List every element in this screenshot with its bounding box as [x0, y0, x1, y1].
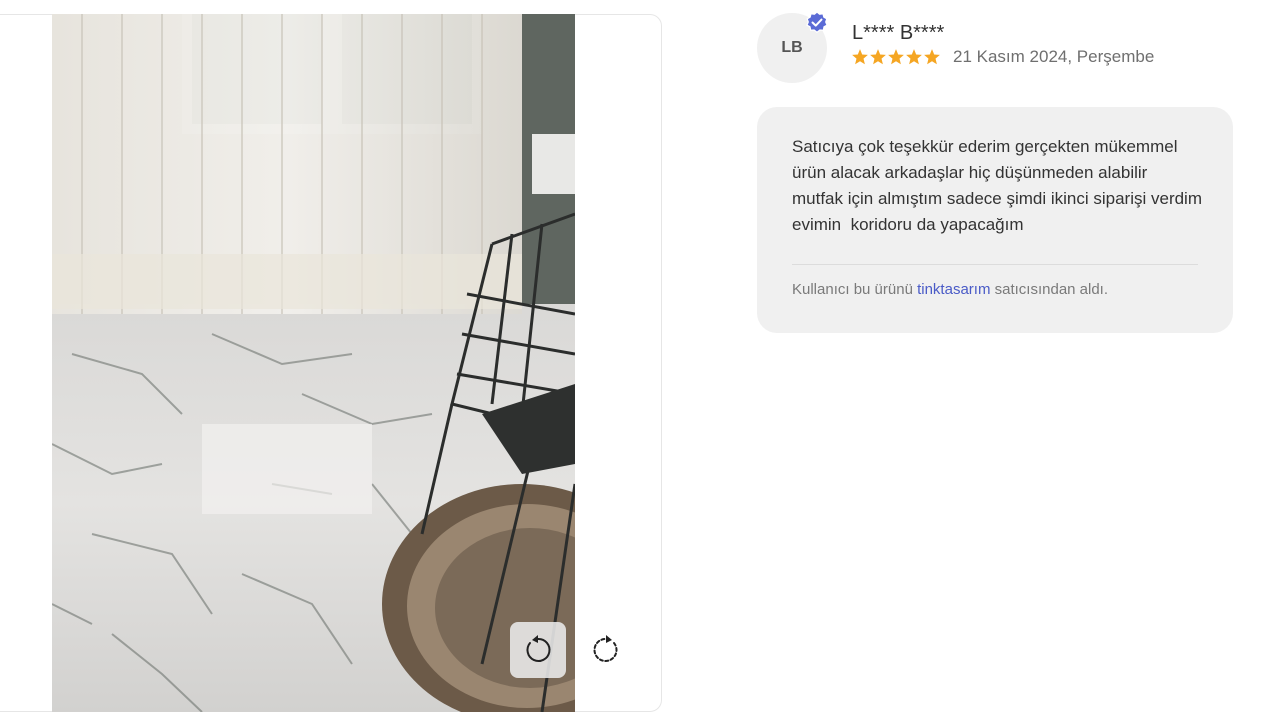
- star-icon: [924, 49, 940, 65]
- rotate-left-icon: [526, 635, 551, 662]
- seller-link[interactable]: tinktasarım: [917, 281, 990, 298]
- review-comment: Satıcıya çok teşekkür ederim gerçekten m…: [792, 137, 1207, 234]
- reviewer-name: L**** B****: [852, 22, 945, 44]
- rotate-right-icon: [593, 635, 618, 662]
- star-icon: [906, 49, 922, 65]
- seller-info: Kullanıcı bu ürünü tinktasarım satıcısın…: [792, 281, 1108, 298]
- avatar-initials: LB: [781, 39, 803, 56]
- star-icon: [888, 49, 904, 65]
- divider: [792, 264, 1198, 265]
- star-icon: [852, 49, 868, 65]
- star-icon: [870, 49, 886, 65]
- verified-badge-icon: [806, 11, 828, 33]
- comment-box: Satıcıya çok teşekkür ederim gerçekten m…: [757, 107, 1233, 333]
- rating-row: 21 Kasım 2024, Perşembe: [851, 47, 1154, 67]
- star-rating: [851, 48, 941, 66]
- review-photo-image: [52, 14, 575, 712]
- rotate-right-button[interactable]: [578, 622, 634, 678]
- rotate-left-button[interactable]: [510, 622, 566, 678]
- review-date: 21 Kasım 2024, Perşembe: [953, 47, 1155, 66]
- seller-suffix: satıcısından aldı.: [990, 281, 1109, 298]
- seller-prefix: Kullanıcı bu ürünü: [792, 281, 918, 298]
- review-photo: [52, 14, 575, 712]
